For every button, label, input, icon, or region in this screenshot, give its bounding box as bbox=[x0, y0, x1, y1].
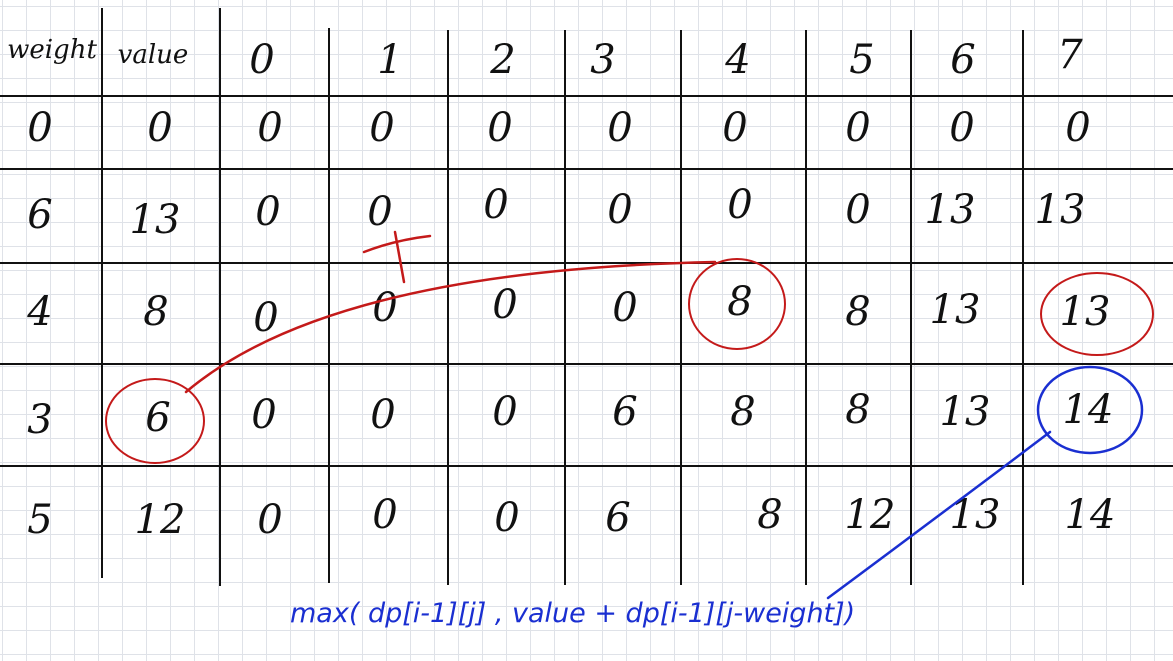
recurrence-formula: max( dp[i-1][j] , value + dp[i-1][j-weig… bbox=[290, 598, 856, 629]
annotation-strokes bbox=[184, 230, 1144, 600]
red-arrow-curve bbox=[184, 260, 717, 394]
whiteboard-canvas: weight value 0 1 2 3 4 5 6 7 0 0 0 0 0 0… bbox=[0, 0, 1173, 661]
blue-pointer-line bbox=[826, 430, 1052, 600]
blue-highlight-circle-dp-14 bbox=[1036, 365, 1144, 455]
